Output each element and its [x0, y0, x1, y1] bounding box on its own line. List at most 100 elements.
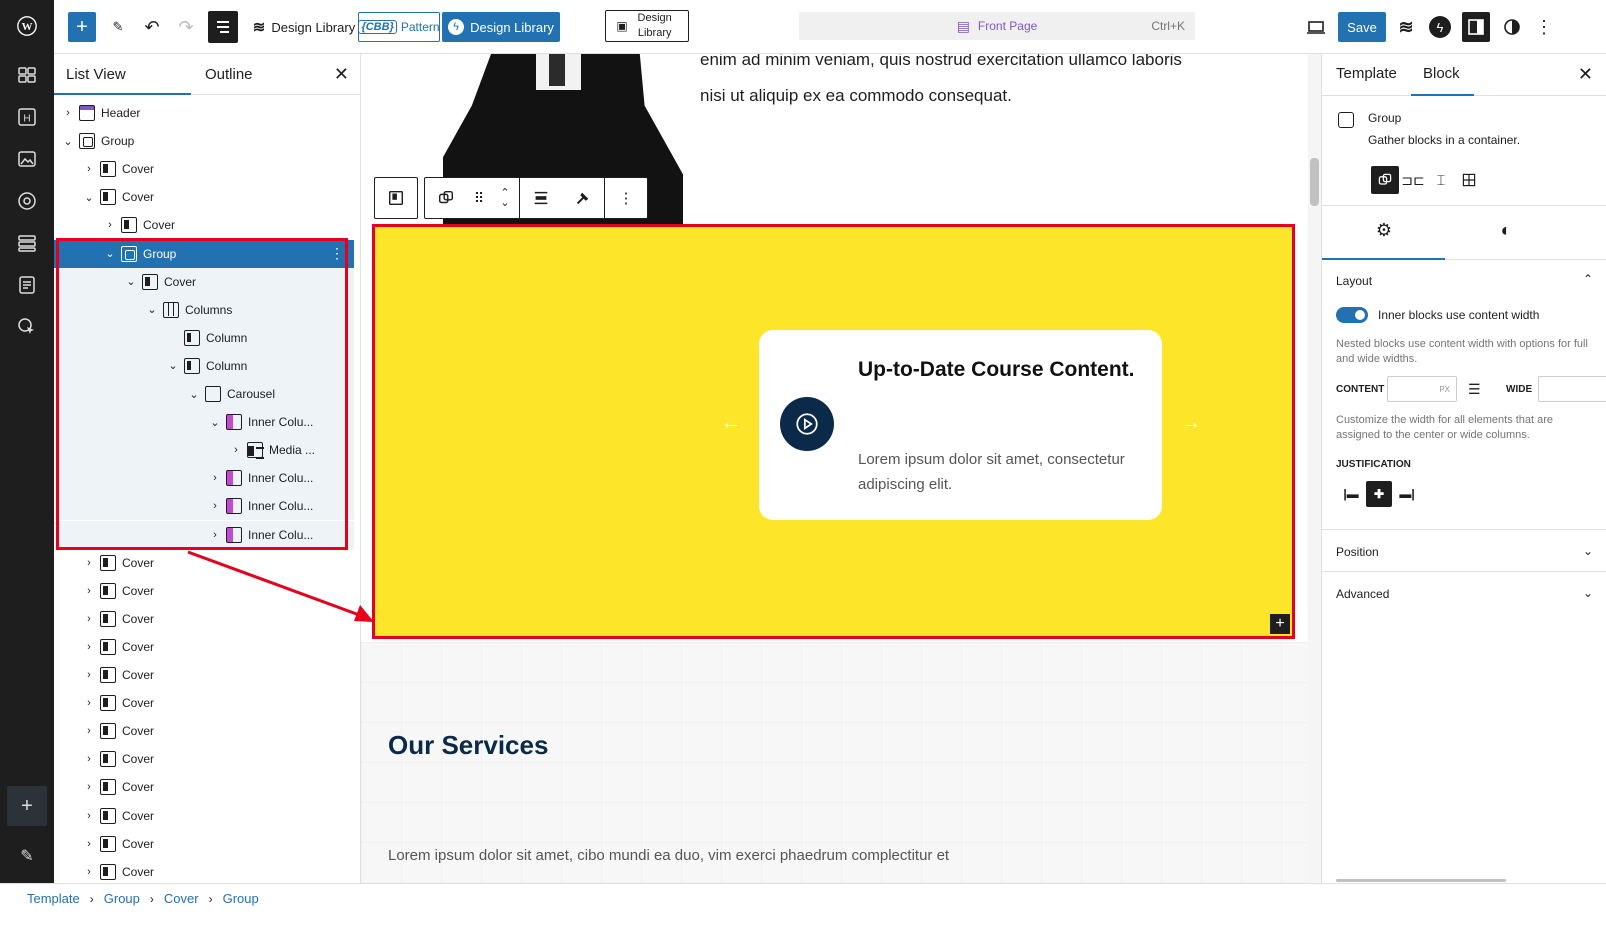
list-view-item[interactable]: ⌄ Group — [54, 127, 354, 155]
chevron-right-icon[interactable]: › — [82, 613, 96, 625]
select-parent-cover-icon[interactable] — [375, 178, 417, 218]
chevron-right-icon[interactable]: › — [103, 219, 117, 231]
rail-edit-icon[interactable]: ✎ — [8, 838, 46, 874]
chevron-right-icon[interactable]: › — [82, 697, 96, 709]
list-view-item[interactable]: › Cover — [54, 773, 354, 801]
list-view-item[interactable]: › Cover — [54, 661, 354, 689]
chevron-down-icon[interactable]: ⌄ — [166, 359, 180, 372]
chevron-right-icon[interactable]: › — [82, 669, 96, 681]
chevron-down-icon[interactable]: ⌄ — [208, 416, 222, 429]
tab-outline[interactable]: Outline — [205, 66, 253, 83]
list-view-item[interactable]: ⌄ Inner Colu... — [54, 408, 354, 437]
stackable-hammer-icon[interactable] — [562, 178, 604, 218]
list-view-item[interactable]: ⌄ Cover — [54, 267, 354, 296]
carousel-next-arrow-icon[interactable]: → — [1181, 412, 1201, 435]
group-block-icon[interactable] — [425, 178, 467, 218]
card-description[interactable]: Lorem ipsum dolor sit amet, consectetur … — [858, 447, 1148, 497]
list-view-item[interactable]: › Cover — [54, 577, 354, 605]
chevron-down-icon[interactable]: ⌄ — [103, 247, 117, 260]
justify-right-icon[interactable]: ▬| — [1394, 481, 1420, 507]
pages-icon[interactable] — [8, 267, 46, 303]
navigation-icon[interactable] — [8, 225, 46, 261]
settings-gear-icon[interactable]: ⚙ — [1324, 220, 1444, 241]
list-view-item[interactable]: › Inner Colu... — [54, 492, 354, 521]
variation-stack-icon[interactable]: ⌶ — [1427, 166, 1455, 194]
breadcrumb-item[interactable]: Group — [223, 891, 259, 906]
chevron-right-icon[interactable]: › — [82, 781, 96, 793]
cbb-pattern-button[interactable]: {CBB} Pattern — [358, 12, 440, 42]
list-view-item[interactable]: › Cover — [54, 549, 354, 577]
stackable-settings-icon[interactable]: ≋ — [1394, 11, 1418, 43]
list-view-item[interactable]: › Cover — [54, 689, 354, 717]
design-library-button-1[interactable]: ≋ Design Library — [249, 11, 359, 43]
wide-width-input[interactable] — [1538, 376, 1606, 402]
chevron-right-icon[interactable]: › — [82, 163, 96, 175]
list-view-item[interactable]: › Cover — [54, 745, 354, 773]
redo-icon[interactable]: ↷ — [174, 11, 198, 43]
close-icon[interactable]: ✕ — [1578, 64, 1593, 85]
chevron-right-icon[interactable]: › — [229, 444, 243, 456]
heading-icon[interactable]: H — [8, 99, 46, 135]
list-view-item[interactable]: › Cover — [54, 605, 354, 633]
lightning-circle-icon[interactable]: ϟ — [1428, 11, 1452, 43]
selected-group-block[interactable]: ← Up-to-Date Course Content. Lorem ipsum… — [372, 224, 1295, 639]
list-view-item[interactable]: › Cover — [54, 717, 354, 745]
image-icon[interactable] — [8, 141, 46, 177]
list-view-item[interactable]: ⌄ Group ⋮ — [54, 239, 354, 268]
content-width-input[interactable]: PX — [1387, 376, 1457, 402]
styles-icon[interactable] — [8, 183, 46, 219]
tab-template[interactable]: Template — [1336, 65, 1397, 82]
chevron-right-icon[interactable]: › — [61, 107, 75, 119]
layout-panel-title[interactable]: Layout — [1336, 274, 1372, 288]
design-library-button-2[interactable]: ϟ Design Library — [442, 12, 560, 42]
list-view-item[interactable]: ⌄ Column — [54, 351, 354, 380]
list-view-item[interactable]: ⌄ Carousel — [54, 380, 354, 408]
chevron-right-icon[interactable]: › — [82, 838, 96, 850]
chevron-down-icon[interactable]: ⌄ — [145, 303, 159, 316]
chevron-right-icon[interactable]: › — [208, 500, 222, 512]
list-view-item[interactable]: › Cover — [54, 802, 354, 830]
chevron-right-icon[interactable]: › — [82, 810, 96, 822]
move-up-down-icon[interactable]: ⌃ ⌄ — [491, 178, 519, 218]
list-view-item[interactable]: › Inner Colu... — [54, 464, 354, 493]
undo-icon[interactable]: ↶ — [140, 11, 164, 43]
settings-sidebar-icon[interactable] — [1462, 12, 1490, 42]
breadcrumb-item[interactable]: Group — [104, 891, 140, 906]
card-title[interactable]: Up-to-Date Course Content. — [858, 346, 1148, 394]
list-view-item[interactable]: › Cover — [54, 858, 354, 886]
hero-paragraph[interactable]: enim ad minim veniam, quis nostrud exerc… — [700, 54, 1220, 114]
styles-half-circle-icon[interactable]: ◐ — [1446, 220, 1566, 241]
design-library-button-3[interactable]: ▣ Design Library — [605, 10, 689, 42]
chevron-down-icon[interactable]: ⌄ — [61, 135, 75, 148]
chevron-right-icon[interactable]: › — [82, 866, 96, 878]
chevron-down-icon[interactable]: ⌄ — [187, 388, 201, 401]
wordpress-logo-icon[interactable]: W — [7, 6, 47, 46]
add-block-button[interactable]: + — [68, 12, 96, 42]
save-button[interactable]: Save — [1338, 12, 1386, 42]
patterns-icon[interactable] — [8, 57, 46, 93]
content-width-toggle[interactable] — [1336, 307, 1368, 323]
list-view-item[interactable]: › Cover — [54, 830, 354, 858]
chevron-right-icon[interactable]: › — [208, 472, 222, 484]
services-heading[interactable]: Our Services — [388, 730, 548, 761]
list-view-item[interactable]: › Inner Colu... — [54, 520, 354, 549]
variation-group-icon[interactable] — [1371, 166, 1399, 194]
options-menu-icon[interactable]: ⋮ — [1535, 11, 1553, 43]
tools-pencil-icon[interactable]: ✎ — [106, 11, 130, 43]
chevron-right-icon[interactable]: › — [82, 725, 96, 737]
list-view-item[interactable]: › Cover — [54, 155, 354, 183]
tab-block[interactable]: Block — [1423, 65, 1460, 82]
chevron-right-icon[interactable]: › — [208, 529, 222, 541]
close-icon[interactable]: ✕ — [334, 64, 349, 85]
breadcrumb-item[interactable]: Cover — [164, 891, 199, 906]
services-paragraph[interactable]: Lorem ipsum dolor sit amet, cibo mundi e… — [388, 847, 949, 864]
styles-contrast-icon[interactable] — [1500, 11, 1524, 43]
chevron-right-icon[interactable]: › — [82, 557, 96, 569]
align-icon[interactable] — [520, 178, 562, 218]
rail-add-button[interactable]: + — [7, 786, 47, 826]
list-view-item[interactable]: › Cover — [54, 633, 354, 661]
carousel-prev-arrow-icon[interactable]: ← — [721, 412, 741, 435]
chevron-up-icon[interactable]: ⌃ — [1583, 272, 1593, 286]
list-view-item[interactable]: Column — [54, 323, 354, 352]
variation-row-icon[interactable]: ⊐⊏ — [1399, 166, 1427, 194]
